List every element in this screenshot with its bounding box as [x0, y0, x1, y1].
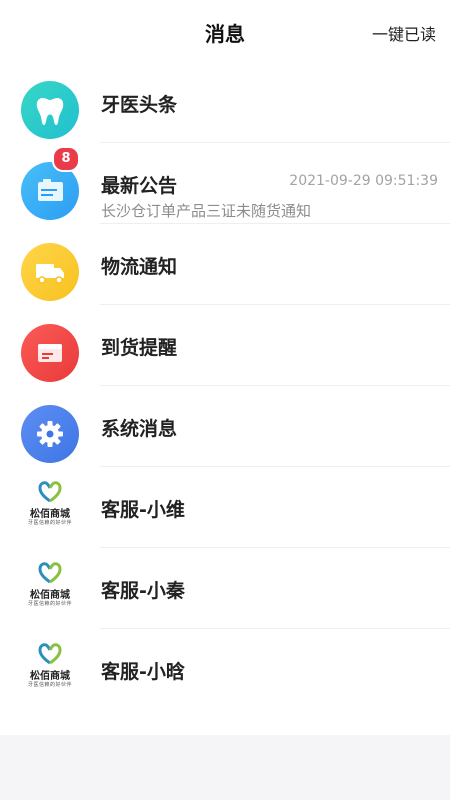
store-name: 松佰商城	[30, 671, 70, 682]
message-item-logistics[interactable]: 物流通知	[0, 224, 450, 305]
message-timestamp: 2021-09-29 09:51:39	[289, 173, 438, 189]
message-title: 客服-小维	[101, 499, 185, 521]
truck-icon	[21, 243, 79, 301]
message-title: 到货提醒	[101, 337, 178, 359]
top-bar: 消息 一键已读	[0, 0, 450, 63]
message-list: 牙医头条 8 最新公告 物流通知 到货提醒 系统消息 松佰商城 牙医信赖的好伙伴…	[0, 62, 450, 735]
store-name: 松佰商城	[30, 590, 70, 601]
arrival-icon	[21, 324, 79, 382]
store-logo: 松佰商城 牙医信赖的好伙伴	[22, 562, 78, 618]
message-item-customer-service-2[interactable]: 松佰商城 牙医信赖的好伙伴 客服-小秦	[0, 548, 450, 629]
store-logo: 松佰商城 牙医信赖的好伙伴	[22, 481, 78, 537]
tooth-icon	[21, 81, 79, 139]
store-tagline: 牙医信赖的好伙伴	[27, 520, 72, 526]
message-item-customer-service-1[interactable]: 松佰商城 牙医信赖的好伙伴 客服-小维	[0, 467, 450, 548]
message-title: 最新公告	[101, 175, 178, 197]
message-title: 牙医头条	[101, 94, 178, 116]
store-tagline: 牙医信赖的好伙伴	[27, 682, 72, 688]
message-title: 物流通知	[101, 256, 178, 278]
store-tagline: 牙医信赖的好伙伴	[27, 601, 72, 607]
message-preview: 长沙仓订单产品三证未随货通知	[101, 202, 312, 220]
message-item-system[interactable]: 系统消息	[0, 386, 450, 467]
message-item-arrival-reminder[interactable]: 到货提醒	[0, 305, 450, 386]
store-logo: 松佰商城 牙医信赖的好伙伴	[22, 643, 78, 699]
message-title: 客服-小晗	[101, 661, 185, 683]
gear-icon	[21, 405, 79, 463]
message-item-customer-service-3[interactable]: 松佰商城 牙医信赖的好伙伴 客服-小晗	[0, 629, 450, 710]
mark-all-read-button[interactable]: 一键已读	[372, 21, 436, 45]
store-name: 松佰商城	[30, 509, 70, 520]
message-title: 客服-小秦	[101, 580, 185, 602]
unread-count-badge: 8	[52, 146, 80, 172]
message-title: 系统消息	[101, 418, 178, 440]
message-item-dental-news[interactable]: 牙医头条	[0, 62, 450, 143]
